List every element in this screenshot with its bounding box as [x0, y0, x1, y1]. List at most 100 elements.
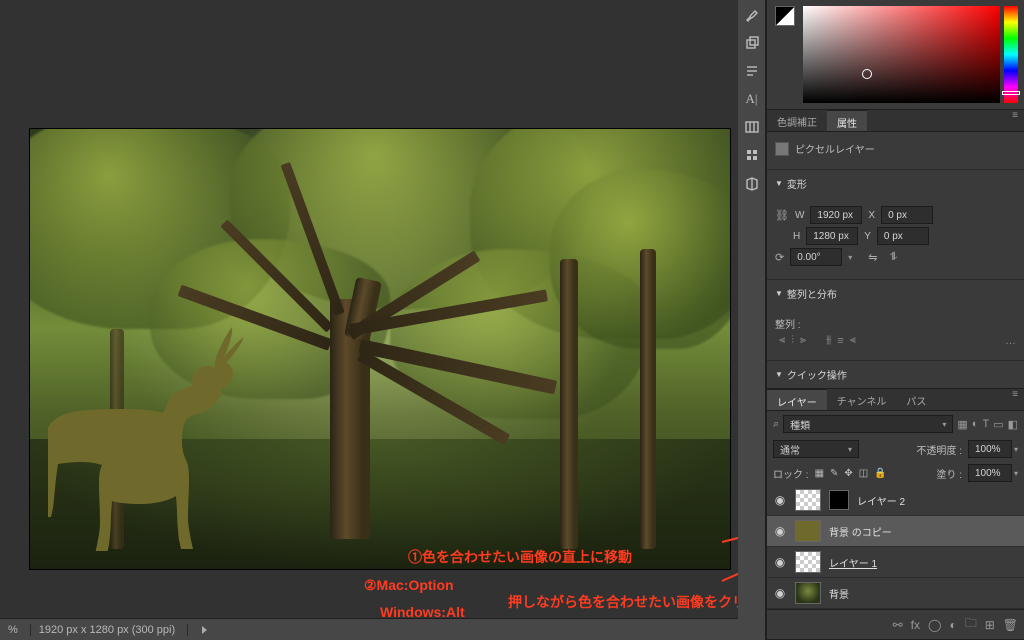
visibility-icon[interactable]: ◉ [773, 586, 787, 600]
hue-slider[interactable] [1004, 6, 1018, 103]
layer-name[interactable]: 背景 のコピー [829, 524, 892, 539]
layer-item[interactable]: ◉ 背景 [767, 578, 1024, 609]
tab-channels[interactable]: チャンネル [827, 389, 897, 410]
paragraph-panel-icon[interactable] [741, 60, 763, 82]
lock-label: ロック : [773, 466, 809, 481]
lock-artboard-icon[interactable]: ◫ [859, 468, 868, 479]
properties-panel: 色調補正 属性 ≡ ピクセルレイヤー ▼ 変形 ⛓ W 1920 px X 0 … [767, 110, 1024, 389]
layers-tabs: レイヤー チャンネル パス ≡ [767, 389, 1024, 411]
properties-tabs: 色調補正 属性 ≡ [767, 110, 1024, 132]
h-label: H [793, 231, 800, 242]
pixel-layer-label: ピクセルレイヤー [795, 141, 875, 156]
layer-name[interactable]: レイヤー 1 [829, 555, 877, 570]
tab-properties[interactable]: 属性 [827, 110, 867, 131]
filter-smart-icon[interactable]: ◧ [1008, 418, 1018, 431]
filter-shape-icon[interactable]: ▭ [993, 418, 1003, 431]
lock-all-icon[interactable]: 🔒 [874, 468, 886, 479]
color-field[interactable] [803, 6, 1000, 103]
layer-thumbnail[interactable] [795, 582, 821, 604]
group-icon[interactable]: 🗀 [965, 614, 977, 635]
align-right-icon[interactable]: ⫸ [800, 334, 806, 347]
y-field[interactable]: 0 px [877, 227, 929, 245]
visibility-icon[interactable]: ◉ [773, 555, 787, 569]
mask-icon[interactable]: ◯ [928, 618, 941, 632]
blend-mode-dropdown[interactable]: 通常▾ [773, 440, 859, 458]
clone-panel-icon[interactable] [741, 32, 763, 54]
glyphs-panel-icon[interactable] [741, 116, 763, 138]
status-zoom: % [8, 624, 31, 636]
fx-icon[interactable]: fx [911, 618, 920, 632]
status-dimensions: 1920 px x 1280 px (300 ppi) [39, 624, 188, 636]
brush-panel-icon[interactable] [741, 4, 763, 26]
hue-thumb-icon [1002, 91, 1020, 95]
libraries-panel-icon[interactable] [741, 172, 763, 194]
document-canvas[interactable] [30, 129, 730, 569]
visibility-icon[interactable]: ◉ [773, 524, 787, 538]
visibility-icon[interactable]: ◉ [773, 493, 787, 507]
layers-panel: レイヤー チャンネル パス ≡ ⌕ 種類▾ ▦ ◐ T ▭ ◧ 通常▾ 不透明度… [767, 389, 1024, 640]
filter-type-icon[interactable]: T [982, 418, 989, 430]
opacity-label: 不透明度 : [916, 442, 962, 457]
right-tool-strip: A| [738, 0, 766, 640]
layer-item[interactable]: ◉ 背景 のコピー [767, 516, 1024, 547]
layer-thumbnail[interactable] [795, 520, 821, 542]
align-vcenter-icon[interactable]: ≡ [837, 335, 843, 347]
panel-menu-icon[interactable]: ≡ [1012, 110, 1024, 131]
align-left-icon[interactable]: ⫷ [779, 334, 785, 347]
link-icon[interactable]: ⛓ [775, 209, 789, 222]
width-field[interactable]: 1920 px [810, 206, 862, 224]
more-icon[interactable]: … [1005, 335, 1016, 347]
fill-label: 塗り : [936, 466, 962, 481]
search-icon[interactable]: ⌕ [773, 418, 779, 431]
tab-paths[interactable]: パス [896, 389, 936, 410]
filter-adjust-icon[interactable]: ◐ [972, 418, 979, 430]
styles-panel-icon[interactable] [741, 144, 763, 166]
layers-footer: ⚯ fx ◯ ◐ 🗀 ⊞ 🗑 [767, 609, 1024, 639]
chevron-down-icon: ▼ [775, 179, 783, 188]
x-field[interactable]: 0 px [881, 206, 933, 224]
rotate-icon: ⟳ [775, 251, 784, 264]
layer-mask-thumbnail[interactable] [829, 490, 849, 510]
opacity-field[interactable]: 100% [968, 440, 1012, 458]
layer-list: ◉ レイヤー 2 ◉ 背景 のコピー ◉ レイヤー 1 ◉ 背景 [767, 485, 1024, 609]
lock-position-icon[interactable]: ✥ [844, 468, 852, 479]
x-label: X [868, 210, 875, 221]
status-chevron-icon[interactable] [202, 626, 207, 634]
foreground-background-swatch[interactable] [775, 6, 795, 26]
color-panel [767, 0, 1024, 110]
layer-thumbnail[interactable] [795, 551, 821, 573]
tab-layers[interactable]: レイヤー [767, 389, 827, 410]
deer-silhouette [48, 321, 248, 551]
lock-transparency-icon[interactable]: ▦ [815, 468, 824, 479]
layer-name[interactable]: レイヤー 2 [857, 493, 905, 508]
new-layer-icon[interactable]: ⊞ [985, 618, 995, 632]
layer-filter-dropdown[interactable]: 種類▾ [783, 415, 953, 433]
layer-thumbnail[interactable] [795, 489, 821, 511]
fill-field[interactable]: 100% [968, 464, 1012, 482]
align-bottom-icon[interactable]: ⫷ [850, 334, 856, 347]
tab-color-adjust[interactable]: 色調補正 [767, 110, 827, 131]
right-panels: 色調補正 属性 ≡ ピクセルレイヤー ▼ 変形 ⛓ W 1920 px X 0 … [766, 0, 1024, 640]
panel-menu-icon[interactable]: ≡ [1012, 389, 1024, 410]
quick-ops-header[interactable]: ▼ クイック操作 [767, 360, 1024, 388]
flip-vertical-icon[interactable]: ⥮ [889, 251, 897, 264]
flip-horizontal-icon[interactable]: ⇋ [868, 251, 877, 264]
link-layers-icon[interactable]: ⚯ [893, 618, 903, 632]
y-label: Y [864, 231, 871, 242]
height-field[interactable]: 1280 px [806, 227, 858, 245]
trash-icon[interactable]: 🗑 [1003, 618, 1018, 632]
transform-header[interactable]: ▼ 変形 [767, 169, 1024, 197]
layer-item[interactable]: ◉ レイヤー 2 [767, 485, 1024, 516]
filter-image-icon[interactable]: ▦ [957, 418, 967, 431]
align-top-icon[interactable]: ⫵ [826, 334, 831, 347]
layer-item[interactable]: ◉ レイヤー 1 [767, 547, 1024, 578]
lock-paint-icon[interactable]: ✎ [830, 468, 838, 479]
chevron-down-icon: ▼ [775, 370, 783, 379]
align-hcenter-icon[interactable]: ⫶ [791, 334, 794, 347]
align-header[interactable]: ▼ 整列と分布 [767, 279, 1024, 307]
adjustment-icon[interactable]: ◐ [949, 618, 956, 632]
pixel-layer-icon [775, 142, 789, 156]
rotation-field[interactable]: 0.00° [790, 248, 842, 266]
layer-name[interactable]: 背景 [829, 586, 849, 601]
character-panel-icon[interactable]: A| [741, 88, 763, 110]
